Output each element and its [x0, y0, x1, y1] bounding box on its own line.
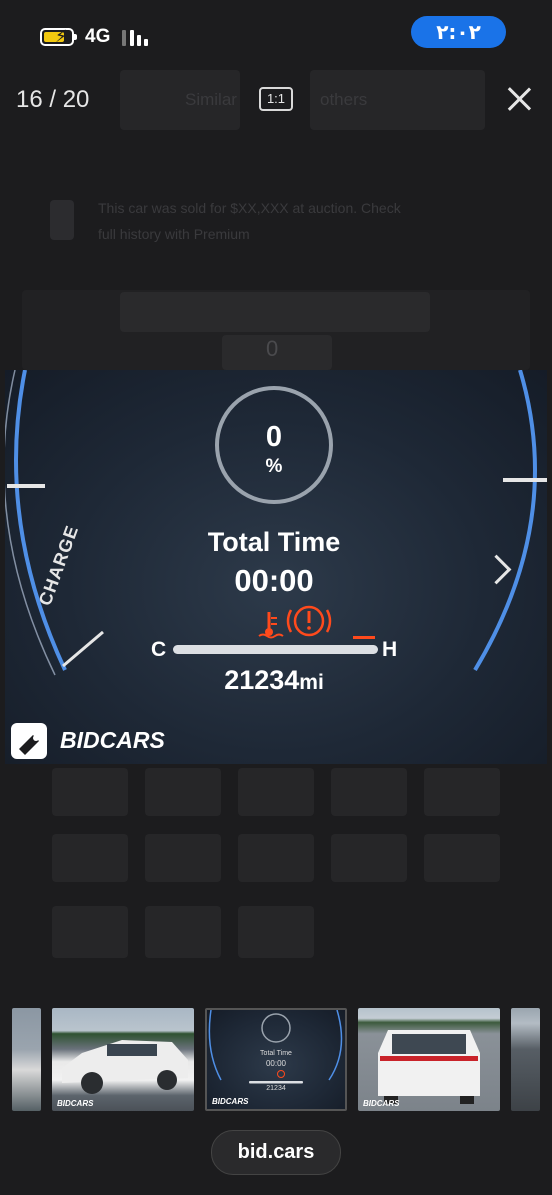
status-bar: ⚡ 4G ۲:۰۲: [0, 0, 552, 70]
gauge-value: 0: [265, 421, 283, 453]
watermark-text: BIDCARS: [60, 727, 165, 753]
background-big-value: 0: [266, 336, 279, 361]
image-counter: 16 / 20: [16, 86, 90, 113]
background-tab-others: others: [320, 90, 368, 109]
suv-rear-photo: [378, 1030, 480, 1104]
odometer-unit: mi: [299, 671, 324, 694]
main-photo[interactable]: 0 % CHARGE Total Time 00:00 C H 21234mi …: [5, 370, 547, 764]
temperature-bar: [173, 645, 378, 654]
thumbnail-15[interactable]: BIDCARS: [52, 1008, 194, 1111]
signal-strength-icon: [122, 28, 152, 46]
zoom-toggle-button[interactable]: 1:1: [259, 87, 293, 111]
temp-high-label: H: [382, 638, 398, 661]
total-time-value: 00:00: [234, 563, 314, 598]
gauge-unit: %: [265, 456, 283, 477]
coolant-temp-warning-icon: [258, 612, 284, 639]
background-notice-line1: This car was sold for $XX,XXX at auction…: [98, 200, 401, 216]
odometer-value: 21234: [224, 665, 300, 695]
thumbnail-16-watermark: BIDCARS: [212, 1097, 249, 1106]
background-tab-similar: Similar: [185, 90, 237, 109]
thumbnail-16-time: 00:00: [265, 1059, 287, 1068]
thumbnail-16-current[interactable]: Total Time 00:00 21234 BIDCARS: [205, 1008, 347, 1111]
status-clock[interactable]: ۲:۰۲: [411, 16, 506, 48]
next-image-arrow-icon[interactable]: [486, 553, 506, 587]
thumbnail-18[interactable]: [511, 1008, 540, 1111]
thumbnail-16-odometer: 21234: [266, 1085, 286, 1092]
right-gauge-arc: [473, 370, 537, 672]
temp-low-label: C: [151, 638, 167, 661]
background-notice-line2: full history with Premium: [98, 226, 250, 242]
total-time-label: Total Time: [207, 527, 341, 557]
thumbnail-17[interactable]: BIDCARS: [358, 1008, 500, 1111]
network-type: 4G: [85, 26, 111, 47]
site-link-button[interactable]: bid.cars: [211, 1130, 341, 1175]
thumbnail-17-watermark: BIDCARS: [363, 1099, 400, 1108]
close-icon[interactable]: [502, 82, 536, 116]
left-gauge-arc: [14, 370, 67, 671]
thumbnail-15-watermark: BIDCARS: [57, 1099, 94, 1108]
thumbnail-14[interactable]: [12, 1008, 41, 1111]
thumbnail-16-title: Total Time: [260, 1050, 292, 1057]
brake-warning-icon: [286, 605, 332, 637]
battery-icon: ⚡: [40, 27, 77, 46]
suv-front-photo: [62, 1040, 188, 1094]
